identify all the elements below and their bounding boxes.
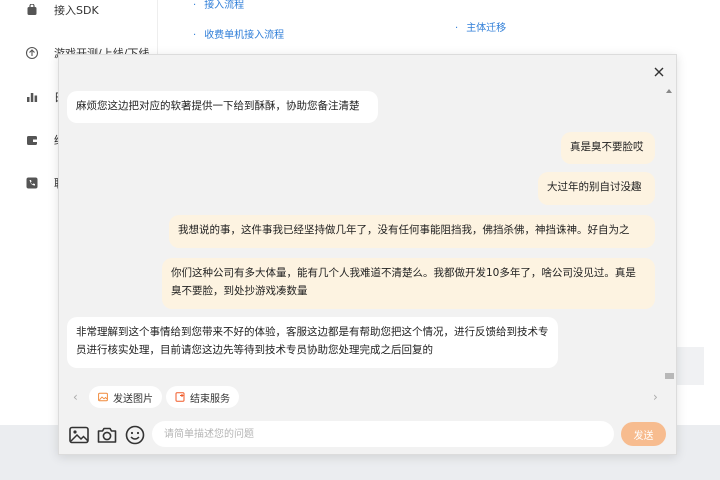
- wallet-icon: [24, 132, 40, 148]
- chat-header: [59, 55, 676, 87]
- chevron-left-icon[interactable]: ‹: [73, 390, 78, 404]
- rocket-icon: [24, 45, 40, 61]
- message-scrollbar[interactable]: [663, 87, 675, 379]
- end-service-icon: [175, 392, 185, 402]
- quick-action-bar: ‹ 发送图片 结束服务 ›: [59, 382, 676, 412]
- chevron-right-icon[interactable]: ›: [653, 390, 658, 404]
- scroll-up-arrow[interactable]: [666, 89, 672, 93]
- send-image-chip[interactable]: 发送图片: [89, 386, 162, 408]
- end-service-chip[interactable]: 结束服务: [166, 386, 239, 408]
- sidebar-item-sdk[interactable]: 接入SDK: [24, 0, 99, 20]
- picture-icon[interactable]: [68, 424, 90, 446]
- message-bubble-left: 麻烦您这边把对应的软著提供一下给到酥酥，协助您备注清楚: [67, 91, 378, 123]
- input-bar: 发送: [59, 417, 676, 453]
- sidebar-item-label: 接入SDK: [54, 4, 99, 17]
- scroll-thumb[interactable]: [665, 373, 674, 379]
- image-icon: [98, 392, 108, 402]
- doc-link-entity-migration[interactable]: · 主体迁移: [455, 19, 506, 34]
- doc-link-access-flow[interactable]: · 接入流程: [193, 0, 244, 11]
- bar-chart-icon: [24, 89, 40, 105]
- close-icon: [654, 67, 664, 77]
- send-button[interactable]: 发送: [621, 422, 666, 446]
- message-bubble-right: 真是臭不要脸哎: [561, 132, 655, 164]
- message-bubble-left: 非常理解到这个事情给到您带来不好的体验，客服这边都是有帮助您把这个情况，进行反馈…: [67, 317, 558, 368]
- message-bubble-right: 大过年的别自讨没趣: [538, 172, 655, 205]
- phone-icon: [24, 175, 40, 191]
- background-panel: [675, 347, 704, 385]
- message-list[interactable]: 麻烦您这边把对应的软著提供一下给到酥酥，协助您备注清楚 真是臭不要脸哎 大过年的…: [59, 87, 663, 379]
- emoji-icon[interactable]: [124, 424, 146, 446]
- message-input[interactable]: [152, 421, 614, 447]
- message-bubble-right: 你们这种公司有多大体量，能有几个人我难道不清楚么。我都做开发10多年了，啥公司没…: [162, 258, 655, 309]
- chat-window: 麻烦您这边把对应的软著提供一下给到酥酥，协助您备注清楚 真是臭不要脸哎 大过年的…: [58, 54, 677, 455]
- close-button[interactable]: [650, 63, 668, 81]
- message-bubble-right: 我想说的事，这件事我已经坚持做几年了，没有任何事能阻挡我，佛挡杀佛，神挡诛神。好…: [169, 215, 655, 248]
- bag-icon: [24, 2, 40, 18]
- camera-icon[interactable]: [96, 424, 118, 446]
- doc-link-paid-standalone[interactable]: · 收费单机接入流程: [193, 26, 284, 41]
